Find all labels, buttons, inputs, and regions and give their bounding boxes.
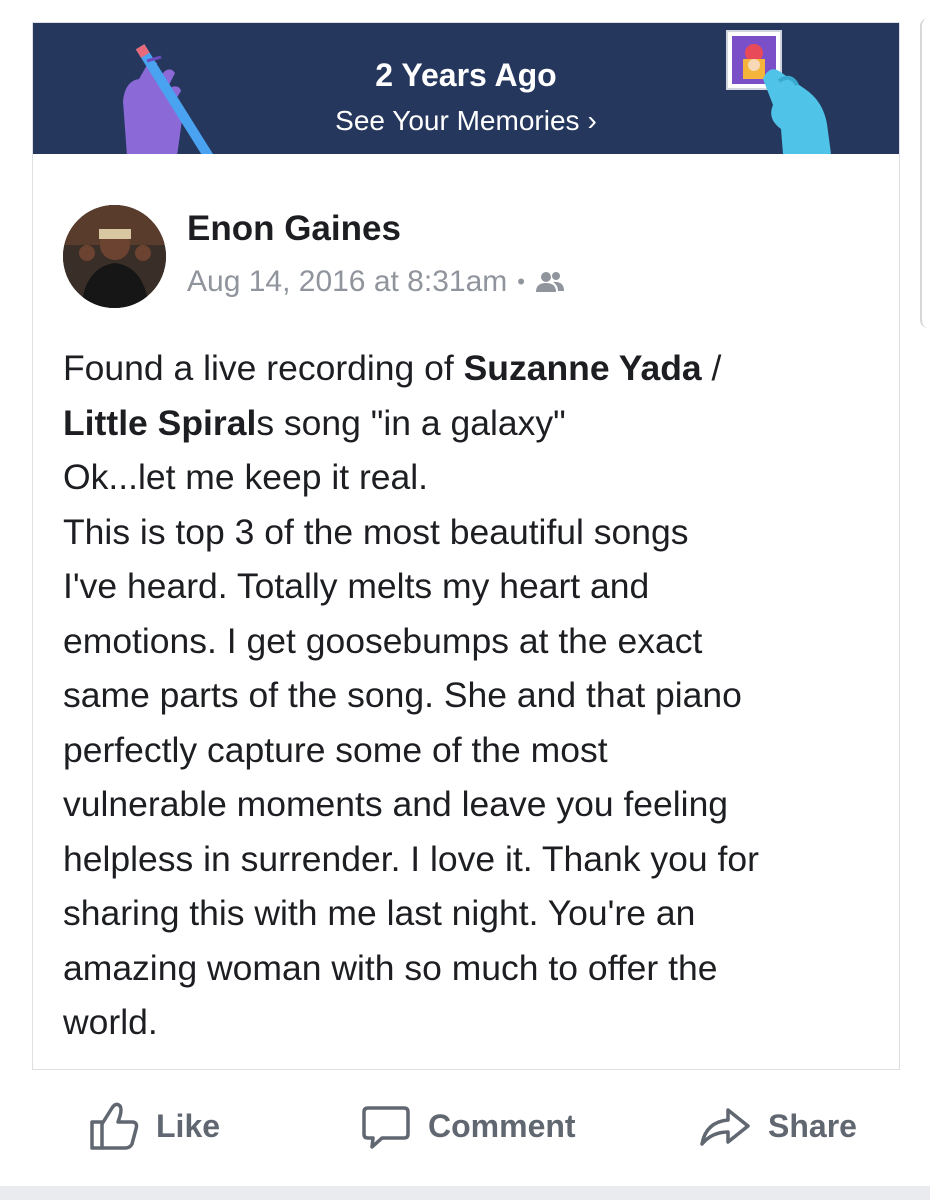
post-text-segment: Found a live recording of <box>63 348 464 388</box>
share-label: Share <box>768 1107 857 1144</box>
meta-separator: • <box>517 269 525 294</box>
post-line-12: amazing woman with so much to offer the <box>63 947 718 988</box>
like-label: Like <box>156 1107 221 1144</box>
post-text-segment: / <box>701 348 722 388</box>
see-memories-label: See Your Memories <box>335 105 580 136</box>
comment-icon <box>362 1106 410 1149</box>
post-line-3: Ok...let me keep it real. <box>63 457 429 497</box>
tagged-little-spiral[interactable]: Little Spiral <box>63 403 256 443</box>
share-button[interactable]: Share <box>698 1100 857 1152</box>
post-line-9: vulnerable moments and leave you feeling <box>63 784 729 824</box>
post-text-segment: s song "in a galaxy" <box>256 402 566 443</box>
post-line-5: I've heard. Totally melts my heart and <box>63 566 650 606</box>
post-action-bar: Like Comment Share <box>0 1090 930 1165</box>
tagged-suzanne-yada[interactable]: Suzanne Yada <box>464 348 702 388</box>
hand-photo-illustration <box>726 30 831 154</box>
scroll-edge <box>920 18 930 328</box>
post-line-4: This is top 3 of the most beautiful song… <box>63 511 689 552</box>
post-meta: Aug 14, 2016 at 8:31am • <box>187 265 565 299</box>
post-line-6: emotions. I get goosebumps at the exact <box>63 620 703 661</box>
avatar-photo <box>63 205 166 308</box>
friends-icon[interactable] <box>535 271 565 293</box>
author-name[interactable]: Enon Gaines <box>187 209 401 249</box>
post-body: Found a live recording of Suzanne Yada /… <box>63 341 883 1050</box>
thumbs-up-icon <box>90 1102 139 1150</box>
post-line-8: perfectly capture some of the most <box>63 729 608 770</box>
post-line-2: Little Spirals song "in a galaxy" <box>63 396 883 451</box>
post-line-11: sharing this with me last night. You're … <box>63 893 696 933</box>
share-arrow-icon <box>700 1108 750 1146</box>
chevron-right-icon: › <box>587 105 597 136</box>
post-line-7: same parts of the song. She and that pia… <box>63 675 742 715</box>
feed-divider <box>0 1186 930 1200</box>
post-line-1: Found a live recording of Suzanne Yada / <box>63 341 883 396</box>
author-avatar[interactable] <box>63 205 166 308</box>
post-timestamp[interactable]: Aug 14, 2016 at 8:31am <box>187 265 507 299</box>
comment-label: Comment <box>428 1107 576 1144</box>
like-button[interactable]: Like <box>88 1100 220 1152</box>
post-line-10: helpless in surrender. I love it. Thank … <box>63 838 759 879</box>
post-line-13: world. <box>63 1002 158 1042</box>
post-card: 2 Years Ago See Your Memories › Enon Gain… <box>32 22 900 1070</box>
memories-banner[interactable]: 2 Years Ago See Your Memories › <box>33 23 899 154</box>
comment-button[interactable]: Comment <box>360 1100 576 1152</box>
